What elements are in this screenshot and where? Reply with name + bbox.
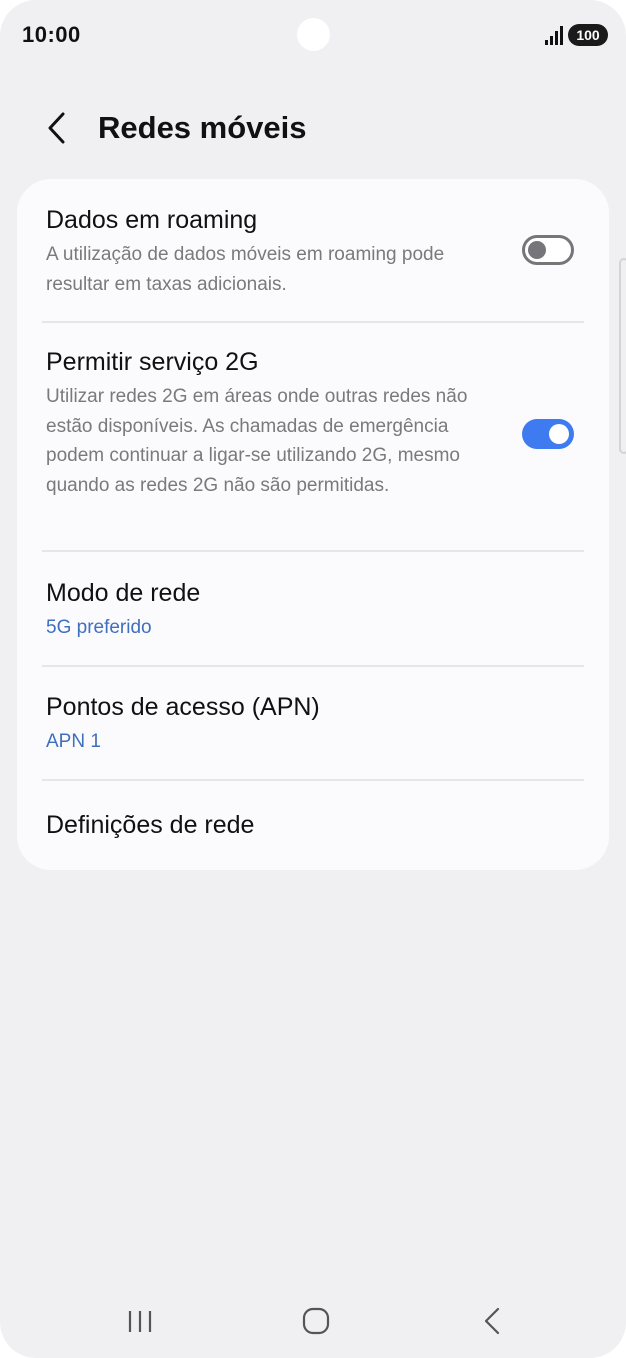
setting-roaming[interactable]: Dados em roaming A utilização de dados m…	[17, 179, 609, 322]
toggle-knob	[528, 241, 546, 259]
phone-screen: 10:00 100 Redes móveis Dados em roaming …	[0, 0, 626, 1358]
status-bar: 10:00 100	[0, 0, 626, 72]
setting-2g-service[interactable]: Permitir serviço 2G Utilizar redes 2G em…	[17, 323, 609, 551]
setting-roaming-title: Dados em roaming	[46, 206, 258, 234]
roaming-toggle[interactable]	[522, 235, 574, 265]
signal-icon	[545, 26, 563, 45]
app-header: Redes móveis	[0, 96, 626, 160]
setting-network-mode-title: Modo de rede	[46, 579, 201, 607]
setting-roaming-description: A utilização de dados móveis em roaming …	[46, 244, 445, 295]
back-icon[interactable]	[472, 1304, 512, 1338]
page-title: Redes móveis	[98, 110, 307, 145]
scrollbar[interactable]	[619, 258, 626, 454]
battery-icon: 100	[568, 24, 608, 46]
navigation-bar	[0, 1288, 626, 1358]
setting-2g-description: Utilizar redes 2G em áreas onde outras r…	[46, 386, 468, 496]
status-time: 10:00	[22, 22, 81, 47]
chevron-left-icon[interactable]	[38, 108, 78, 148]
setting-network-mode-value: 5G preferido	[46, 617, 152, 638]
setting-apn-title: Pontos de acesso (APN)	[46, 693, 320, 721]
setting-network-mode[interactable]: Modo de rede 5G preferido	[17, 552, 609, 665]
setting-2g-title: Permitir serviço 2G	[46, 348, 259, 376]
setting-apn[interactable]: Pontos de acesso (APN) APN 1	[17, 667, 609, 779]
camera-cutout	[297, 18, 330, 51]
settings-card: Dados em roaming A utilização de dados m…	[17, 179, 609, 870]
toggle-knob	[549, 424, 569, 444]
setting-network-settings[interactable]: Definições de rede	[17, 781, 609, 870]
service-2g-toggle[interactable]	[522, 419, 574, 449]
recents-icon[interactable]	[120, 1304, 160, 1338]
setting-apn-value: APN 1	[46, 731, 101, 752]
home-icon[interactable]	[296, 1304, 336, 1338]
setting-network-settings-title: Definições de rede	[46, 811, 255, 839]
